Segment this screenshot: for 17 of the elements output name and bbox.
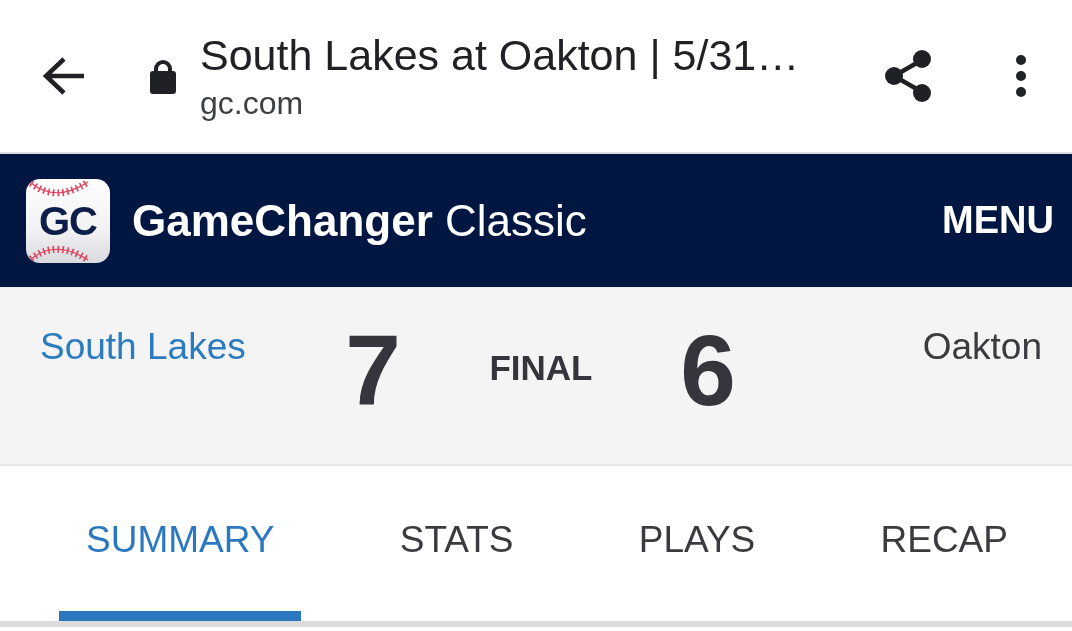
team-name[interactable]: South Lakes bbox=[40, 328, 246, 365]
url-text[interactable]: gc.com bbox=[200, 84, 304, 121]
share-icon[interactable] bbox=[884, 50, 932, 102]
site-brand-name: GameChanger Classic bbox=[132, 195, 587, 246]
tab[interactable]: STATS bbox=[372, 466, 541, 621]
team-score: 7 bbox=[345, 320, 401, 420]
menu-button[interactable]: MENU bbox=[942, 199, 1054, 242]
page-title: South Lakes at Oakton | 5/31… bbox=[200, 31, 800, 78]
app-logo[interactable]: GC bbox=[26, 178, 110, 263]
team-name: Oakton bbox=[922, 328, 1042, 365]
logo-text: GC bbox=[39, 200, 97, 241]
tab[interactable]: RECAP bbox=[853, 466, 1035, 621]
lock-icon bbox=[150, 58, 176, 94]
back-arrow-icon[interactable] bbox=[42, 56, 86, 96]
team-score: 6 bbox=[680, 320, 736, 420]
tab[interactable]: PLAYS bbox=[611, 466, 783, 621]
game-status: FINAL bbox=[489, 350, 593, 385]
